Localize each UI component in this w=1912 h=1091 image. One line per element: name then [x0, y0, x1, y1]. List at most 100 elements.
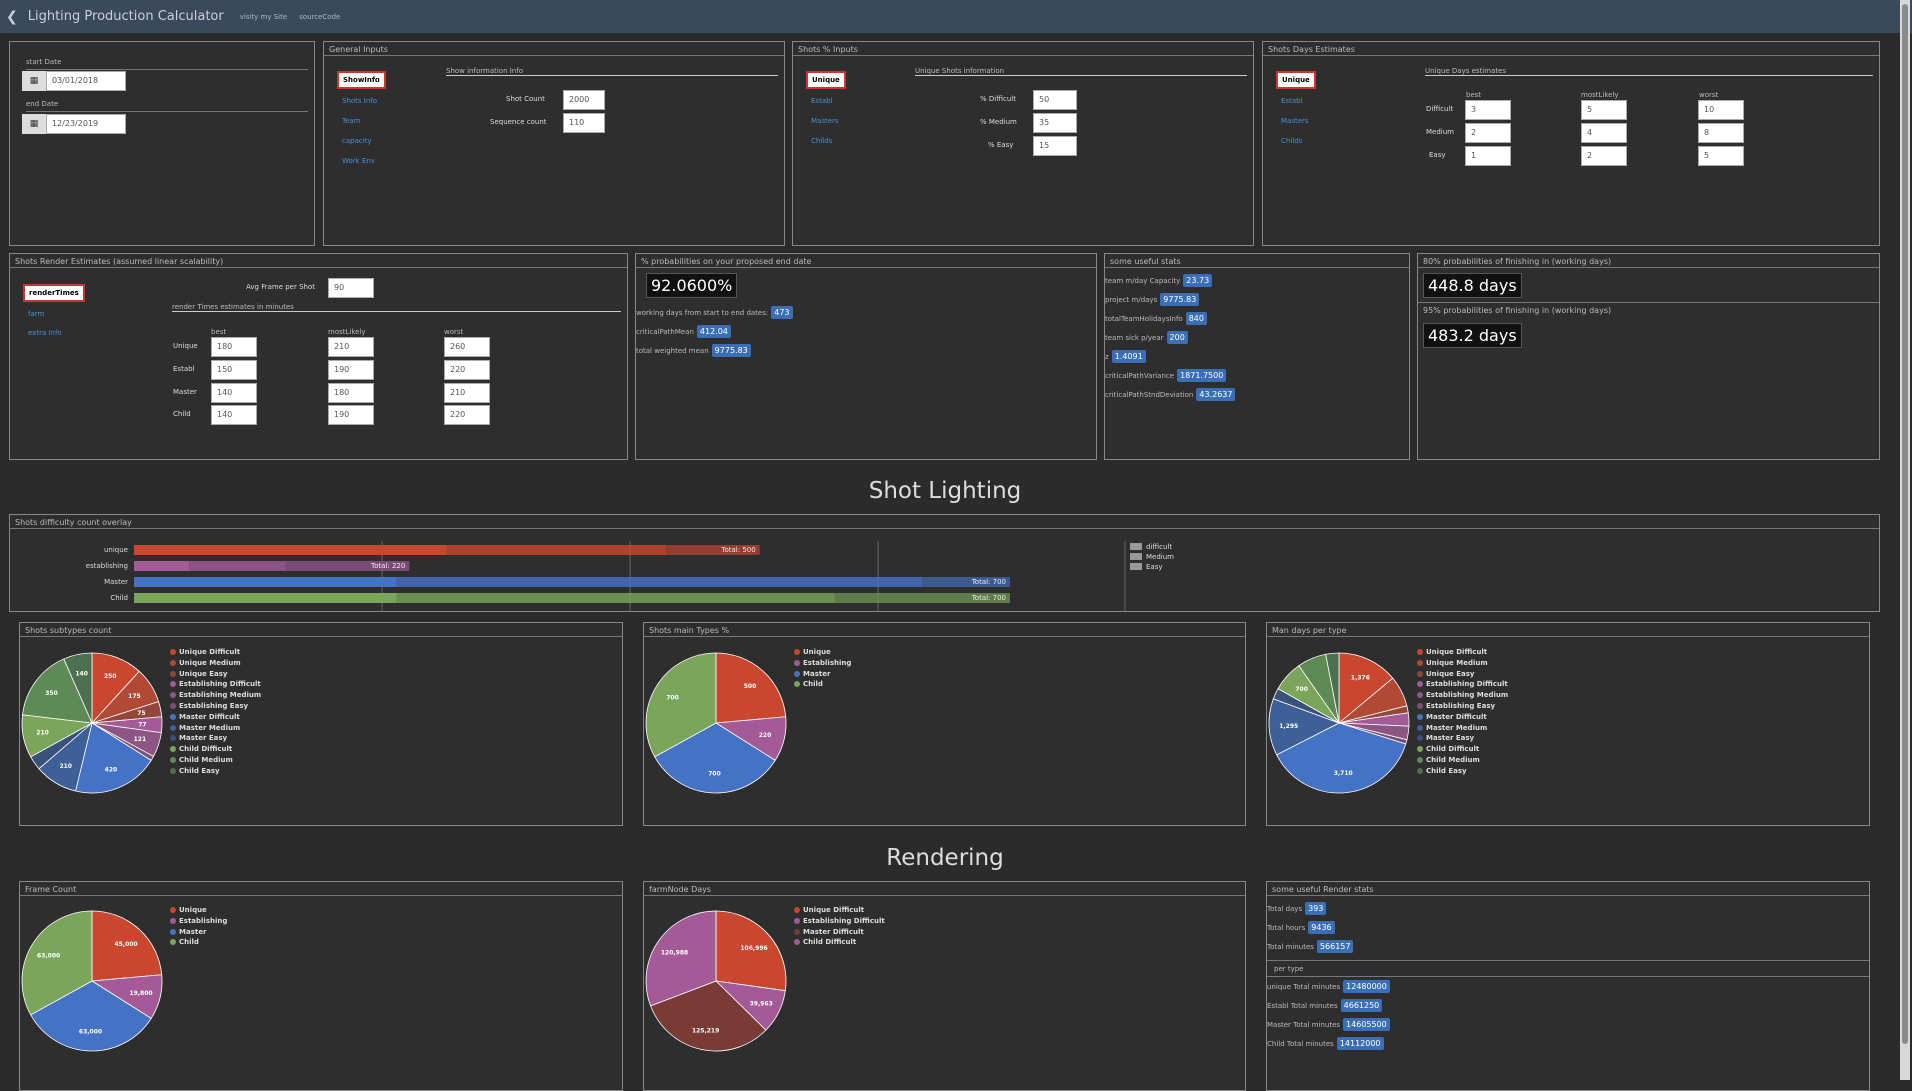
masters-link[interactable]: Masters	[1281, 117, 1309, 125]
end-date-input[interactable]: 12/23/2019	[46, 114, 126, 134]
childs-link[interactable]: Childs	[1281, 137, 1302, 145]
difficult-best-input[interactable]: 3	[1465, 100, 1511, 120]
legend-label: Unique Easy	[179, 669, 228, 678]
unique-button[interactable]: Unique	[1276, 71, 1316, 89]
legend-item: Unique	[794, 647, 851, 658]
row-easy-label: Easy	[1429, 151, 1446, 159]
easy-worst-input[interactable]: 5	[1698, 146, 1744, 166]
team-link[interactable]: Team	[342, 117, 361, 125]
stat-row: total weighted mean 9775.83	[636, 344, 751, 357]
unique-worst-input[interactable]: 260	[444, 337, 490, 357]
sequence-count-input[interactable]: 110	[563, 113, 605, 133]
easy-likely-input[interactable]: 2	[1581, 146, 1627, 166]
pie-slice-label: 39,963	[750, 1000, 773, 1007]
establ-link[interactable]: Establ	[811, 97, 833, 105]
legend-item: Unique Difficult	[1417, 647, 1508, 658]
child-likely-input[interactable]: 190	[328, 405, 374, 425]
pie-slice-label: 350	[45, 690, 58, 697]
stat-row: unique Total minutes 12480000	[1267, 980, 1390, 993]
stat-row: Total days 393	[1267, 902, 1327, 915]
legend-item: Establishing	[170, 916, 227, 927]
easy-best-input[interactable]: 1	[1465, 146, 1511, 166]
legend-dot	[1417, 735, 1423, 742]
col-best: best	[211, 328, 227, 336]
probability-value: 92.0600%	[646, 273, 738, 298]
legend-dot	[1417, 756, 1423, 763]
show-info-button[interactable]: ShowInfo	[337, 71, 386, 89]
legend-label: Child	[803, 680, 823, 689]
establ-likely-input[interactable]: 190	[328, 360, 374, 380]
child-best-input[interactable]: 140	[211, 405, 257, 425]
capacity-link[interactable]: capacity	[342, 137, 372, 145]
establ-best-input[interactable]: 150	[211, 360, 257, 380]
legend-dot	[170, 907, 176, 913]
unique-best-input[interactable]: 180	[211, 337, 257, 357]
legend-label: Child Easy	[179, 766, 220, 775]
legend-item: Child Difficult	[1417, 744, 1508, 755]
master-best-input[interactable]: 140	[211, 383, 257, 403]
legend-dot	[170, 659, 176, 666]
legend-label: Master Medium	[1426, 723, 1488, 732]
legend-dot	[1417, 724, 1423, 731]
childs-link[interactable]: Childs	[811, 137, 832, 145]
medium-likely-input[interactable]: 4	[1581, 123, 1627, 143]
farm-link[interactable]: farm	[28, 310, 44, 318]
stat-row: working days from start to end dates: 473	[636, 306, 793, 319]
legend-label: Medium	[1146, 553, 1174, 561]
legend-dot	[170, 713, 176, 720]
shots-pct-panel: Shots % Inputs Unique Establ Masters Chi…	[792, 41, 1254, 246]
child-worst-input[interactable]: 220	[444, 405, 490, 425]
app-title: Lighting Production Calculator	[27, 9, 224, 24]
stat-row: criticalPathMean 412.04	[636, 325, 731, 338]
master-likely-input[interactable]: 180	[328, 383, 374, 403]
pct-difficult-input[interactable]: 50	[1033, 90, 1077, 110]
extra-info-link[interactable]: extra Info	[28, 329, 62, 337]
legend-item: Establishing Difficult	[1417, 679, 1508, 690]
render-times-button[interactable]: renderTimes	[23, 284, 85, 302]
page-scrollbar[interactable]	[1900, 0, 1910, 1080]
shot-count-input[interactable]: 2000	[563, 90, 605, 110]
shots-main-types-panel: Shots main Types % 500 220 700 700 Unique Es…	[643, 622, 1246, 826]
establ-link[interactable]: Establ	[1281, 97, 1303, 105]
legend-dot	[170, 767, 176, 774]
unique-likely-input[interactable]: 210	[328, 337, 374, 357]
legend-label: Unique Difficult	[803, 906, 865, 914]
stat-row: Master Total minutes 14605500	[1267, 1018, 1390, 1031]
pct-easy-input[interactable]: 15	[1033, 136, 1077, 156]
farm-node-pie-chart: 106,996 39,963 125,219 120,988	[645, 910, 787, 1052]
shots-info-link[interactable]: Shots Info	[342, 97, 377, 105]
establ-worst-input[interactable]: 220	[444, 360, 490, 380]
legend-label: Master Difficult	[803, 927, 864, 936]
medium-best-input[interactable]: 2	[1465, 123, 1511, 143]
pie-legend: Unique Difficult Unique Medium Unique Easy…	[170, 647, 261, 777]
visit-site-link[interactable]: visity my Site	[240, 13, 287, 21]
panel-title: Shots main Types %	[644, 623, 1245, 637]
legend-dot	[1417, 681, 1423, 688]
unique-button[interactable]: Unique	[806, 71, 846, 89]
legend-item: Child Medium	[1417, 755, 1508, 766]
info-subtitle: Unique Days estimates	[1425, 67, 1873, 76]
source-code-link[interactable]: sourceCode	[299, 13, 340, 21]
master-worst-input[interactable]: 210	[444, 383, 490, 403]
pie-slice-label: 210	[36, 730, 49, 737]
finish-95-title: 95% probabilities of finishing in (worki…	[1423, 306, 1612, 315]
bar-label: Master	[104, 578, 128, 586]
medium-worst-input[interactable]: 8	[1698, 123, 1744, 143]
stat-row: Establ Total minutes 4661250	[1267, 999, 1383, 1012]
legend-item: Master Difficult	[794, 927, 885, 938]
masters-link[interactable]: Masters	[811, 117, 839, 125]
avg-frame-input[interactable]: 90	[328, 278, 374, 298]
work-env-link[interactable]: Work Env	[342, 157, 375, 165]
pie-slice-label: 700	[666, 694, 679, 701]
calendar-icon[interactable]: ▦	[22, 71, 46, 91]
back-arrow-icon[interactable]: ❮	[6, 9, 18, 25]
scrollbar-thumb[interactable]	[1902, 4, 1908, 1044]
pie-slice-label: 175	[128, 693, 141, 700]
calendar-icon[interactable]: ▦	[22, 114, 46, 134]
difficult-worst-input[interactable]: 10	[1698, 100, 1744, 120]
bar-segment	[134, 593, 397, 603]
start-date-input[interactable]: 03/01/2018	[46, 71, 126, 91]
pct-medium-label: % Medium	[980, 118, 1017, 126]
difficult-likely-input[interactable]: 5	[1581, 100, 1627, 120]
pct-medium-input[interactable]: 35	[1033, 113, 1077, 133]
